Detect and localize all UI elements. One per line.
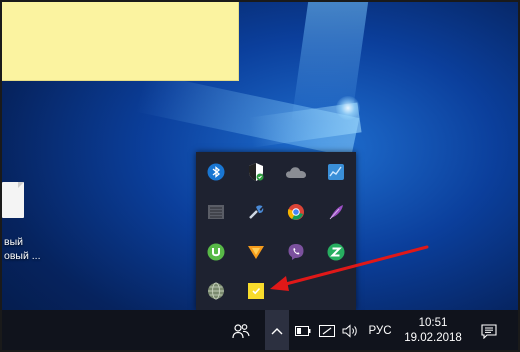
clock-date: 19.02.2018 [404,332,462,344]
light-glow [336,96,360,120]
action-center-icon[interactable] [476,310,502,352]
clock-time: 10:51 [418,317,448,329]
tray-overflow-panel [196,152,356,310]
globe-icon[interactable] [196,271,236,310]
chevron-up-icon [271,328,283,335]
tool-icon[interactable] [236,192,276,231]
network-icon[interactable] [316,310,338,352]
sticky-notes-icon[interactable] [236,271,276,310]
utorrent-icon[interactable] [196,232,236,271]
volume-icon[interactable] [339,310,361,352]
avast-icon[interactable] [236,232,276,271]
language-indicator[interactable]: РУС [364,310,396,352]
show-hidden-icons-button[interactable] [265,310,289,352]
people-icon[interactable] [228,310,254,352]
display-adapter-icon[interactable] [196,192,236,231]
network-monitor-icon[interactable] [316,152,356,191]
battery-icon[interactable] [292,310,314,352]
viber-icon[interactable] [276,232,316,271]
bluetooth-icon[interactable] [196,152,236,191]
system-clock[interactable]: 10:51 19.02.2018 [402,310,464,352]
sticky-note-window[interactable] [0,0,239,81]
taskbar: РУС 10:51 19.02.2018 [0,310,520,352]
chrome-icon[interactable] [276,192,316,231]
zona-icon[interactable] [316,232,356,271]
desktop-icon-label: вый [4,236,23,248]
desktop-icon-label: овый ... [4,250,41,262]
windows-defender-icon[interactable] [236,152,276,191]
feather-icon[interactable] [316,192,356,231]
onedrive-icon[interactable] [276,152,316,191]
